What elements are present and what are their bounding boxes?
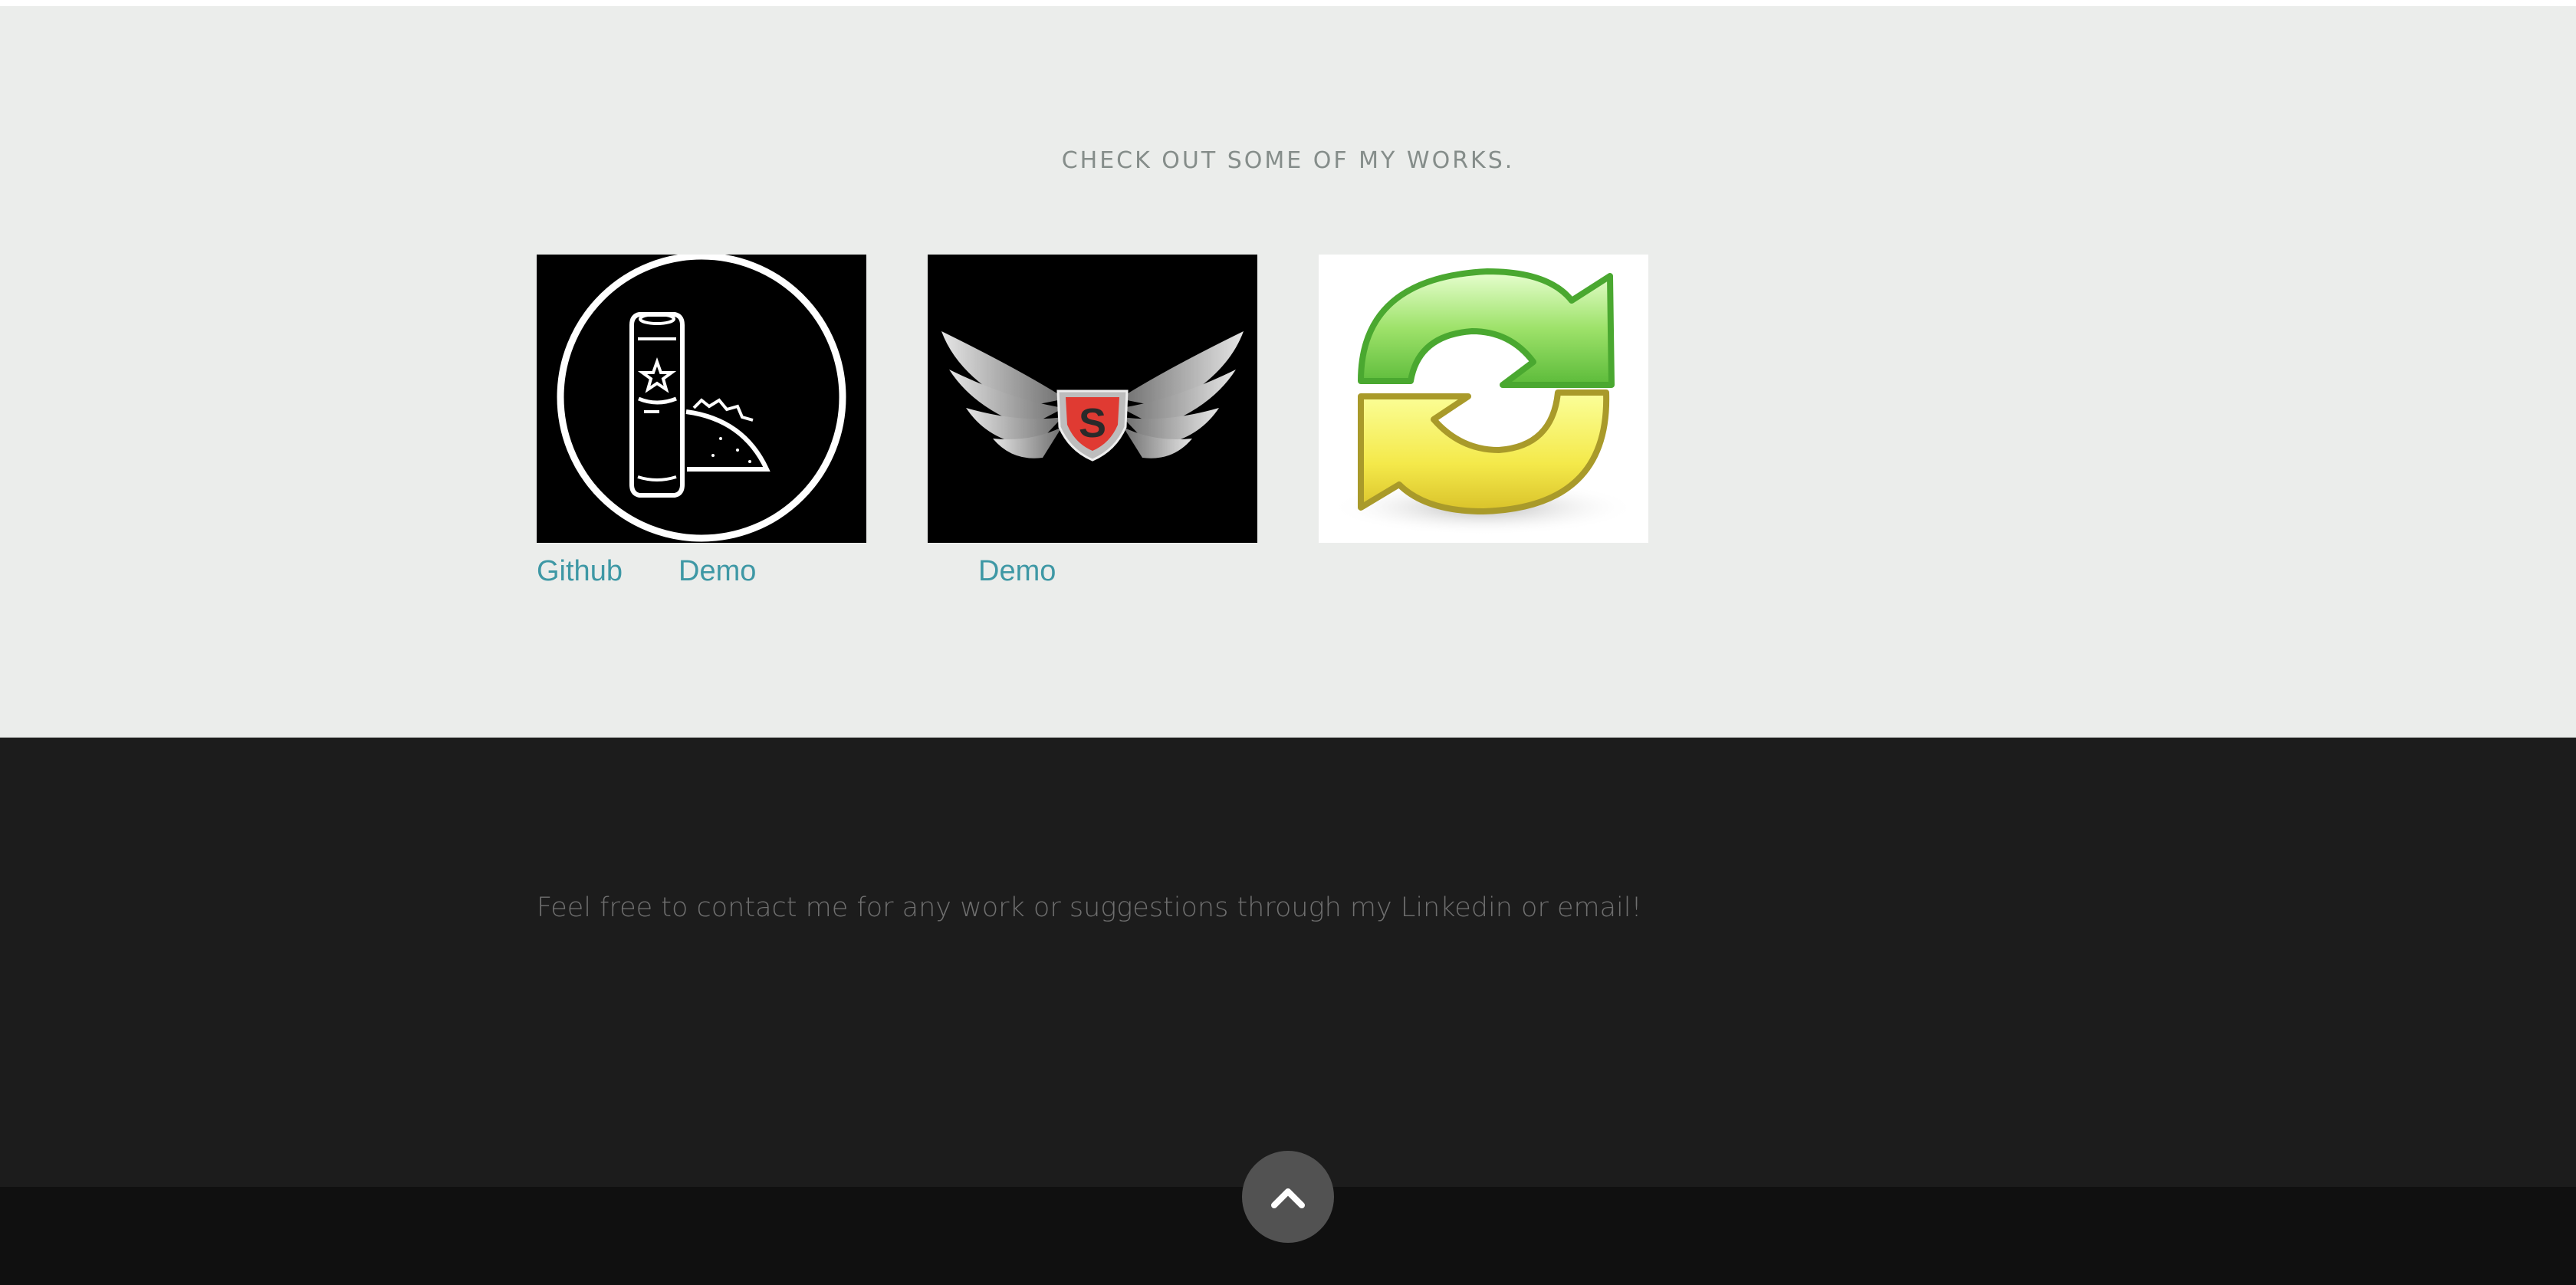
works-section: CHECK OUT SOME OF MY WORKS. Github Demo … — [0, 6, 2576, 738]
project-2-links: Demo — [928, 549, 1257, 595]
refresh-arrows-image — [1319, 255, 1648, 543]
github-link[interactable]: Github — [537, 555, 623, 588]
demo-link[interactable]: Demo — [678, 555, 756, 588]
works-heading: CHECK OUT SOME OF MY WORKS. — [1061, 147, 1515, 174]
winged-shield-logo-image: S — [928, 255, 1257, 543]
project-1-links: Github Demo — [537, 549, 866, 595]
contact-section: Feel free to contact me for any work or … — [0, 738, 2576, 1187]
project-3-links — [1319, 549, 1648, 595]
back-to-top-button[interactable] — [1242, 1151, 1334, 1243]
svg-text:S: S — [1079, 400, 1106, 446]
project-card-3 — [1319, 255, 1648, 595]
contact-message: Feel free to contact me for any work or … — [537, 892, 1642, 923]
project-card-2: S Demo — [928, 255, 1257, 595]
beer-taco-logo-image — [537, 255, 866, 543]
chevron-up-icon — [1271, 1188, 1305, 1208]
project-card-1: Github Demo — [537, 255, 866, 595]
demo-link[interactable]: Demo — [978, 555, 1056, 588]
